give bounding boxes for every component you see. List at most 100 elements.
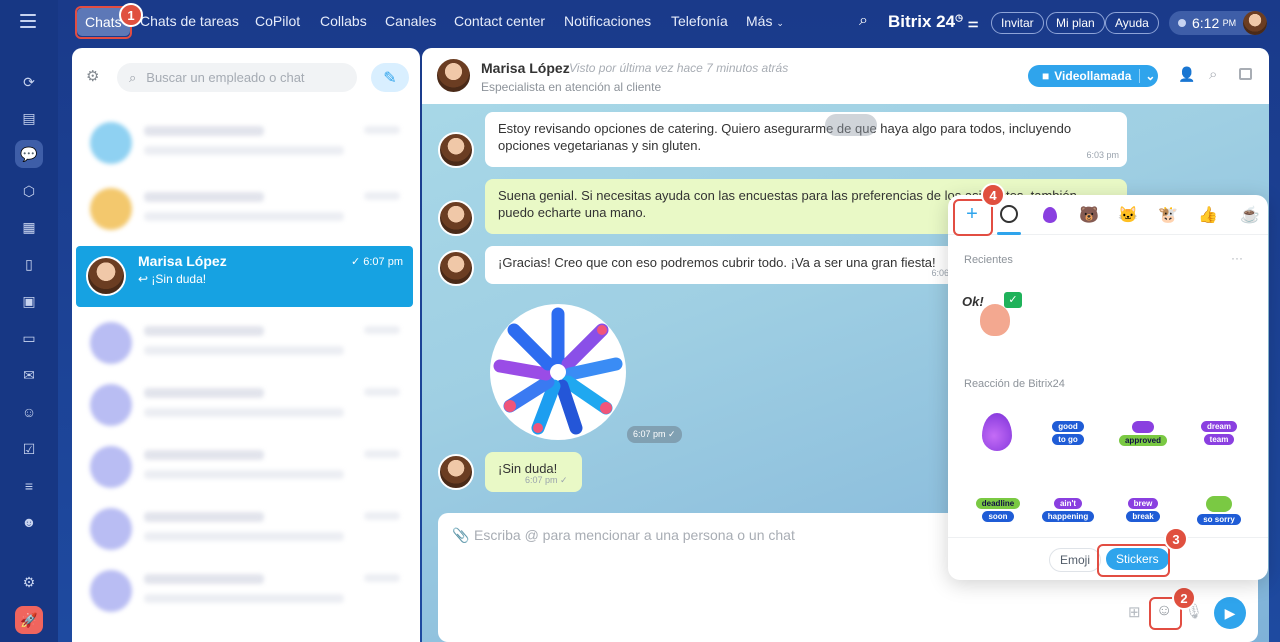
bot-icon[interactable]: ☻ bbox=[15, 508, 43, 536]
recent-icon[interactable] bbox=[1000, 205, 1018, 223]
sticker-dream-team[interactable]: dream team bbox=[1192, 413, 1246, 453]
nav-channels[interactable]: Canales bbox=[385, 13, 436, 29]
new-chat-button[interactable]: ✎ bbox=[371, 63, 409, 92]
chat-title[interactable]: Marisa López bbox=[481, 60, 570, 76]
sidebar-toggle-icon[interactable] bbox=[1239, 68, 1252, 80]
nav-more-label: Más bbox=[746, 13, 773, 29]
step-badge-4: 4 bbox=[981, 183, 1005, 207]
sticker-text: soon bbox=[982, 511, 1014, 522]
date-divider-pill bbox=[825, 114, 877, 136]
help-button[interactable]: Ayuda bbox=[1105, 12, 1159, 34]
drive-icon[interactable]: ▭ bbox=[15, 324, 43, 352]
bitrix-reaction-pack-icon[interactable] bbox=[1043, 207, 1057, 223]
settings-icon[interactable]: ⚙ bbox=[15, 568, 43, 596]
sticker-brew-break[interactable]: brew break bbox=[1116, 490, 1170, 530]
filter-settings-icon[interactable]: ⚙ bbox=[86, 67, 99, 85]
coffee-pack-icon[interactable]: ☕ bbox=[1240, 205, 1260, 225]
purple-drop-sticker[interactable] bbox=[982, 413, 1012, 451]
apps-icon[interactable]: ⊞ bbox=[1128, 603, 1141, 621]
chevron-down-icon[interactable]: ⌄ bbox=[1139, 69, 1155, 83]
highlight-stickers-tab bbox=[1097, 544, 1170, 577]
mail-icon[interactable]: ✉ bbox=[15, 361, 43, 389]
sticker-text: break bbox=[1126, 511, 1160, 522]
ok-sticker-text: Ok! bbox=[962, 294, 984, 309]
sticker-aint-happening[interactable]: ain't happening bbox=[1041, 490, 1095, 530]
filter-icon[interactable]: ≡ bbox=[15, 472, 43, 500]
active-chat-item[interactable]: Marisa López ✓ 6:07 pm ↩ ¡Sin duda! bbox=[76, 246, 413, 307]
character-pack-icon[interactable]: 🐻 bbox=[1079, 205, 1099, 225]
chat-item-time-label: 6:07 pm bbox=[363, 256, 403, 268]
list-item[interactable] bbox=[78, 372, 412, 438]
last-seen: Visto por última vez hace 7 minutos atrá… bbox=[569, 61, 789, 75]
video-call-button[interactable]: ■ Videollamada ⌄ bbox=[1028, 65, 1158, 87]
copilot-icon[interactable]: ⬡ bbox=[15, 177, 43, 205]
chat-icon[interactable]: 💬 bbox=[15, 140, 43, 168]
nav-contact-center[interactable]: Contact center bbox=[454, 13, 545, 29]
plan-button[interactable]: Mi plan bbox=[1046, 12, 1105, 34]
clover-sticker-icon bbox=[1206, 495, 1232, 512]
list-item[interactable] bbox=[78, 176, 412, 242]
nav-more[interactable]: Más ⌄ bbox=[746, 13, 784, 29]
nav-collabs[interactable]: Collabs bbox=[320, 13, 367, 29]
chat-item-preview-text: ¡Sin duda! bbox=[151, 272, 207, 286]
nav-task-chats[interactable]: Chats de tareas bbox=[140, 13, 239, 29]
add-user-icon[interactable]: 👤 bbox=[1178, 66, 1195, 83]
sticker-approved[interactable]: approved bbox=[1116, 413, 1170, 453]
sticker-text: happening bbox=[1041, 511, 1095, 522]
message-avatar bbox=[438, 454, 474, 490]
clock-time: 6:12 bbox=[1192, 15, 1220, 31]
calendar-icon[interactable]: ▦ bbox=[15, 213, 43, 241]
message-bubble: Estoy revisando opciones de catering. Qu… bbox=[485, 112, 1127, 167]
tasks-icon[interactable]: ☑ bbox=[15, 435, 43, 463]
chat-search-input[interactable]: ⌕ Buscar un empleado o chat bbox=[117, 63, 357, 92]
app-window: ⟳ ▤ 💬 ⬡ ▦ ▯ ▣ ▭ ✉ ☺ ☑ ≡ ☻ ⚙ 🚀 Chats Chat… bbox=[0, 0, 1280, 642]
tab-emoji[interactable]: Emoji bbox=[1049, 548, 1102, 572]
message-bubble: ¡Gracias! Creo que con eso podremos cubr… bbox=[485, 246, 955, 284]
team-icon[interactable]: ☺ bbox=[15, 398, 43, 426]
sticker-deadline-soon[interactable]: deadline soon bbox=[971, 490, 1025, 530]
recent-sticker-ok[interactable]: Ok! ✓ bbox=[962, 290, 1028, 342]
chat-item-name: Marisa López bbox=[138, 253, 227, 269]
check-sticker-icon: ✓ bbox=[1004, 292, 1022, 308]
sticker-panel: + 🐻 🐱 🐮 👍 ☕ Recientes ··· Ok! ✓ Reacción… bbox=[948, 195, 1268, 580]
more-icon[interactable]: ··· bbox=[1231, 251, 1243, 265]
sticker-text: deadline bbox=[975, 498, 1021, 509]
sticker-text: brew bbox=[1127, 498, 1159, 509]
nav-telephony[interactable]: Telefonía bbox=[671, 13, 728, 29]
list-item[interactable] bbox=[78, 434, 412, 500]
list-item[interactable] bbox=[78, 496, 412, 562]
send-button[interactable]: ▶ bbox=[1214, 597, 1246, 629]
search-icon[interactable]: ⌕ bbox=[1209, 66, 1217, 83]
flower-sticker[interactable] bbox=[484, 300, 632, 448]
docs-icon[interactable]: ▯ bbox=[15, 250, 43, 278]
input-placeholder: Escriba @ para mencionar a una persona o… bbox=[474, 527, 795, 543]
chat-header-avatar[interactable] bbox=[435, 57, 472, 94]
thumbs-pack-icon[interactable]: 👍 bbox=[1198, 205, 1218, 225]
sticker-time: 6:07 pm ✓ bbox=[627, 426, 682, 443]
invite-button[interactable]: Invitar bbox=[991, 12, 1044, 34]
search-placeholder: Buscar un empleado o chat bbox=[146, 70, 305, 85]
chevron-down-icon: ⌄ bbox=[776, 18, 784, 28]
board-icon[interactable]: ▣ bbox=[15, 287, 43, 315]
nav-notifications[interactable]: Notificaciones bbox=[564, 13, 651, 29]
message-time: 6:03 pm bbox=[1086, 150, 1119, 160]
feed-icon[interactable]: ▤ bbox=[15, 104, 43, 132]
nav-copilot[interactable]: CoPilot bbox=[255, 13, 300, 29]
user-avatar[interactable] bbox=[1243, 11, 1267, 35]
menu-icon[interactable] bbox=[20, 14, 36, 28]
sticker-time-label: 6:07 pm bbox=[633, 429, 666, 439]
sticker-good-to-go[interactable]: good to go bbox=[1041, 413, 1095, 453]
list-item[interactable] bbox=[78, 310, 412, 376]
rocket-icon[interactable]: 🚀 bbox=[15, 606, 43, 634]
cow-pack-icon[interactable]: 🐮 bbox=[1158, 205, 1178, 225]
list-item[interactable] bbox=[78, 110, 412, 176]
message-text: Estoy revisando opciones de catering. Qu… bbox=[498, 121, 1072, 153]
attach-icon[interactable]: 📎 bbox=[452, 527, 469, 544]
cat-pack-icon[interactable]: 🐱 bbox=[1118, 205, 1138, 225]
search-icon[interactable]: ⌕ bbox=[859, 12, 868, 30]
bitrix-reaction-label: Reacción de Bitrix24 bbox=[964, 378, 1065, 390]
sticker-so-sorry[interactable]: so sorry bbox=[1192, 490, 1246, 530]
list-item[interactable] bbox=[78, 558, 412, 624]
activity-icon[interactable]: ⟳ bbox=[15, 68, 43, 96]
sticker-text: good bbox=[1052, 421, 1084, 432]
